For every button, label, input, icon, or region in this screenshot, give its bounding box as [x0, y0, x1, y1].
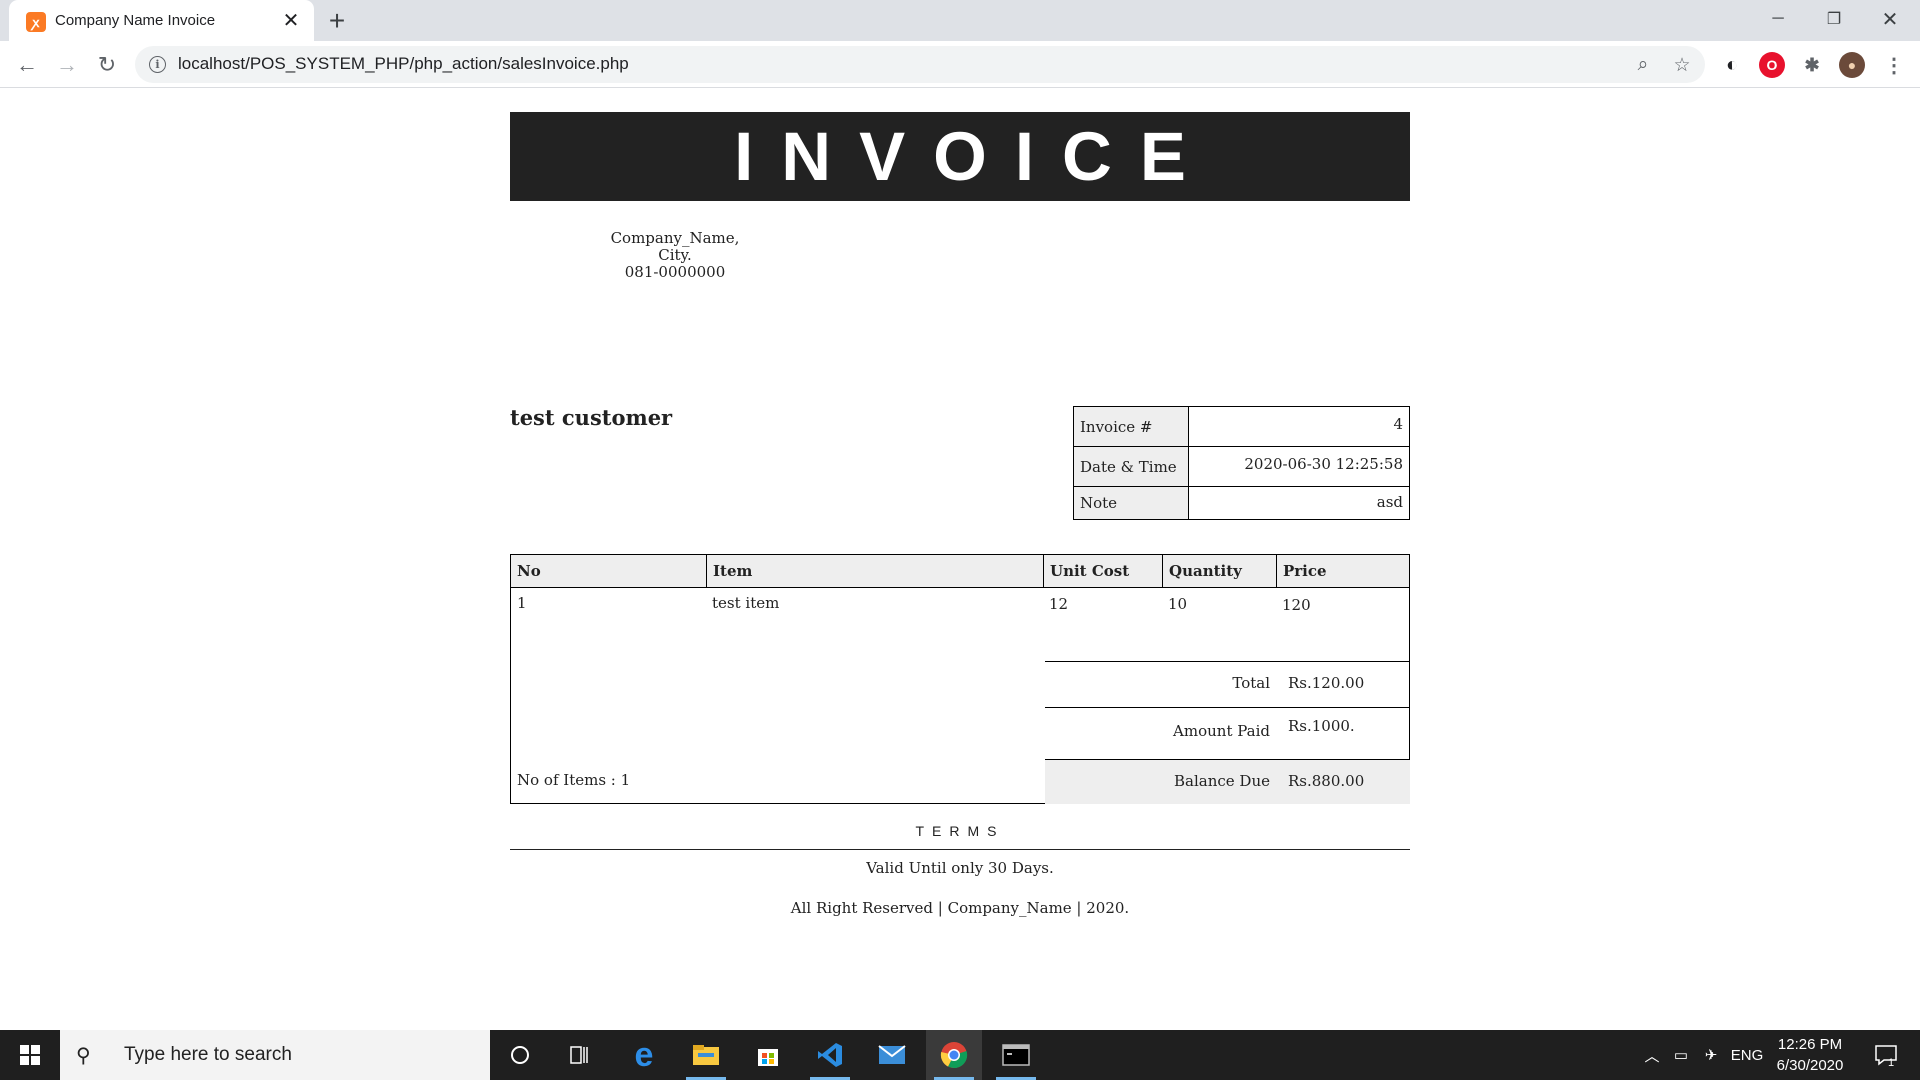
terms-heading: TERMS [915, 823, 1005, 839]
meta-label: Note [1073, 486, 1189, 520]
store-icon[interactable] [740, 1030, 796, 1080]
company-address: Company_Name, City. 081-0000000 [560, 230, 790, 281]
total-row: Total Rs.120.00 [1045, 661, 1410, 707]
meta-row-invoice-number: Invoice # 4 [1073, 406, 1410, 447]
browser-tab[interactable]: ꭗ Company Name Invoice ✕ [9, 0, 314, 41]
tab-title: Company Name Invoice [55, 12, 216, 29]
notification-center-icon[interactable]: 1 [1866, 1030, 1906, 1080]
balance-due-value: Rs.880.00 [1288, 772, 1365, 790]
header-quantity: Quantity [1163, 555, 1277, 588]
xampp-icon: ꭗ [26, 12, 46, 32]
balance-due-row: Balance Due Rs.880.00 [1045, 759, 1410, 804]
meta-row-date-time: Date & Time 2020-06-30 12:25:58 [1073, 446, 1410, 487]
task-view-icon[interactable] [552, 1030, 608, 1080]
amount-paid-value: Rs.1000. [1288, 717, 1355, 735]
company-city: City. [658, 246, 692, 264]
notification-count: 1 [1888, 1057, 1895, 1069]
invoice-meta-table: Invoice # 4 Date & Time 2020-06-30 12:25… [1073, 406, 1410, 520]
reload-icon[interactable]: ↻ [91, 49, 123, 81]
total-label: Total [1232, 674, 1270, 692]
vscode-icon[interactable] [802, 1030, 858, 1080]
forward-arrow-icon[interactable]: → [51, 49, 83, 81]
start-button[interactable] [0, 1030, 60, 1080]
invoice-banner: INVOICE [510, 112, 1410, 201]
header-price: Price [1283, 562, 1327, 580]
balance-due-label: Balance Due [1174, 772, 1270, 790]
browser-toolbar: ← → ↻ i localhost/POS_SYSTEM_PHP/php_act… [0, 41, 1920, 88]
show-hidden-icons-chevron-icon[interactable]: ︿ [1640, 1030, 1664, 1080]
bookmark-star-icon[interactable]: ☆ [1669, 52, 1695, 78]
info-icon[interactable]: i [149, 56, 166, 73]
mail-icon[interactable] [864, 1030, 920, 1080]
close-window-button[interactable]: ✕ [1862, 0, 1918, 38]
cell-no: 1 [517, 594, 527, 612]
header-item: Item [707, 555, 1044, 588]
browser-tab-strip: ꭗ Company Name Invoice ✕ + ─ ❐ ✕ [0, 0, 1920, 41]
file-explorer-icon[interactable] [678, 1030, 734, 1080]
meta-value: 4 [1188, 406, 1410, 447]
zoom-icon[interactable]: ⌕ [1630, 52, 1656, 78]
battery-icon[interactable]: ▭ [1668, 1030, 1694, 1080]
cell-price: 120 [1282, 596, 1311, 614]
total-value: Rs.120.00 [1288, 674, 1365, 692]
taskbar: ⚲ Type here to search e ︿ ▭ ✈ ENG 12:26 … [0, 1030, 1920, 1080]
amount-paid-row: Amount Paid Rs.1000. [1045, 707, 1410, 759]
windows-logo-icon [20, 1045, 40, 1065]
copyright-text: All Right Reserved | Company_Name | 2020… [790, 899, 1130, 917]
taskbar-search[interactable]: ⚲ Type here to search [60, 1030, 490, 1080]
chrome-icon[interactable] [926, 1030, 982, 1080]
extensions-puzzle-icon[interactable]: ✱ [1799, 52, 1825, 78]
terminal-icon[interactable] [988, 1030, 1044, 1080]
meta-label: Invoice # [1073, 406, 1189, 447]
company-phone: 081-0000000 [624, 263, 726, 281]
items-table: No Item Unit Cost Quantity Price 1 test … [510, 554, 1410, 804]
amount-paid-label: Amount Paid [1173, 722, 1270, 740]
terms-text: Valid Until only 30 Days. [866, 859, 1054, 877]
meta-label: Date & Time [1073, 446, 1189, 487]
items-table-header: No Item Unit Cost Quantity Price [511, 555, 1409, 588]
terms-divider [510, 849, 1410, 850]
menu-kebab-icon[interactable]: ⋮ [1881, 52, 1907, 78]
clock-date: 6/30/2020 [1776, 1057, 1844, 1074]
customer-name: test customer [510, 405, 673, 430]
airplane-mode-icon[interactable]: ✈ [1698, 1030, 1724, 1080]
dark-mode-extension-icon[interactable]: ◐ [1719, 52, 1745, 78]
minimize-button[interactable]: ─ [1750, 0, 1806, 38]
language-indicator[interactable]: ENG [1730, 1030, 1764, 1080]
meta-value: asd [1188, 486, 1410, 520]
header-no: No [511, 555, 707, 588]
close-tab-icon[interactable]: ✕ [280, 9, 302, 32]
restore-button[interactable]: ❐ [1806, 0, 1862, 38]
header-unit-cost: Unit Cost [1044, 555, 1163, 588]
cortana-icon[interactable] [492, 1030, 548, 1080]
company-name: Company_Name, [610, 229, 740, 247]
search-icon: ⚲ [76, 1044, 91, 1067]
edge-browser-icon[interactable]: e [616, 1030, 672, 1080]
cell-quantity: 10 [1168, 595, 1188, 613]
profile-avatar[interactable]: ● [1839, 52, 1865, 78]
item-count: No of Items : 1 [517, 771, 631, 789]
meta-value: 2020-06-30 12:25:58 [1188, 446, 1410, 487]
new-tab-button[interactable]: + [320, 5, 354, 36]
search-placeholder: Type here to search [124, 1044, 292, 1065]
cell-item: test item [712, 594, 780, 612]
system-clock[interactable]: 12:26 PM 6/30/2020 [1760, 1034, 1860, 1076]
meta-row-note: Note asd [1073, 486, 1410, 520]
url-text[interactable]: localhost/POS_SYSTEM_PHP/php_action/sale… [178, 54, 629, 74]
address-bar[interactable]: i localhost/POS_SYSTEM_PHP/php_action/sa… [135, 46, 1705, 83]
opera-extension-icon[interactable]: O [1759, 52, 1785, 78]
clock-time: 12:26 PM [1777, 1036, 1843, 1053]
cell-unit-cost: 12 [1049, 595, 1069, 613]
back-arrow-icon[interactable]: ← [11, 49, 43, 81]
